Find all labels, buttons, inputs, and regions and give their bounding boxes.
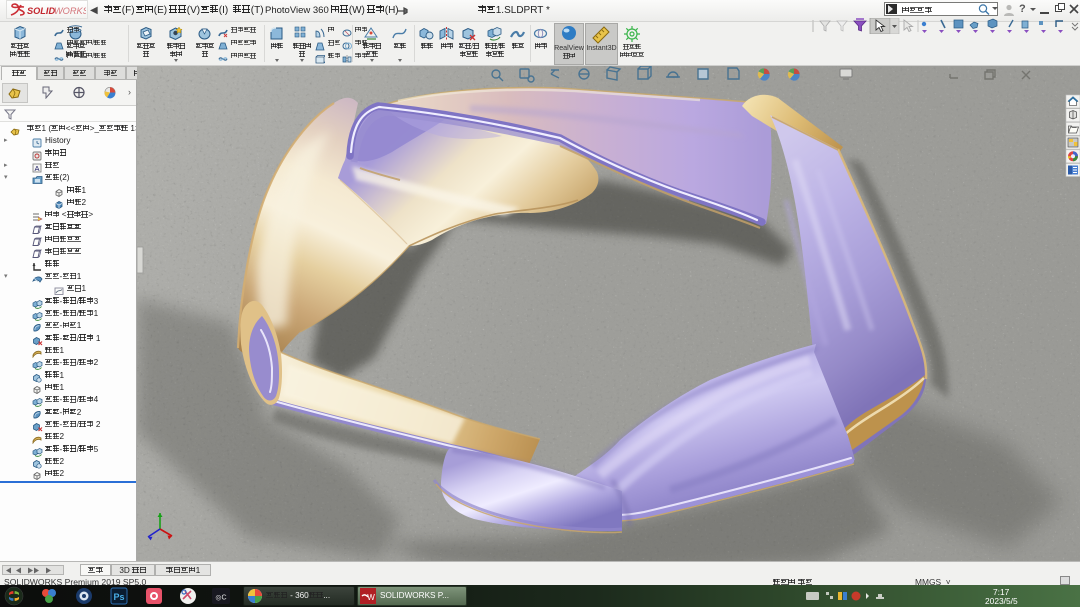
svg-text:W: W bbox=[367, 593, 375, 602]
svg-text:Ps: Ps bbox=[113, 592, 124, 602]
svg-text:WORKS: WORKS bbox=[54, 6, 86, 16]
svg-text:SOLID: SOLID bbox=[27, 6, 55, 16]
svg-text:◎C: ◎C bbox=[215, 595, 226, 602]
